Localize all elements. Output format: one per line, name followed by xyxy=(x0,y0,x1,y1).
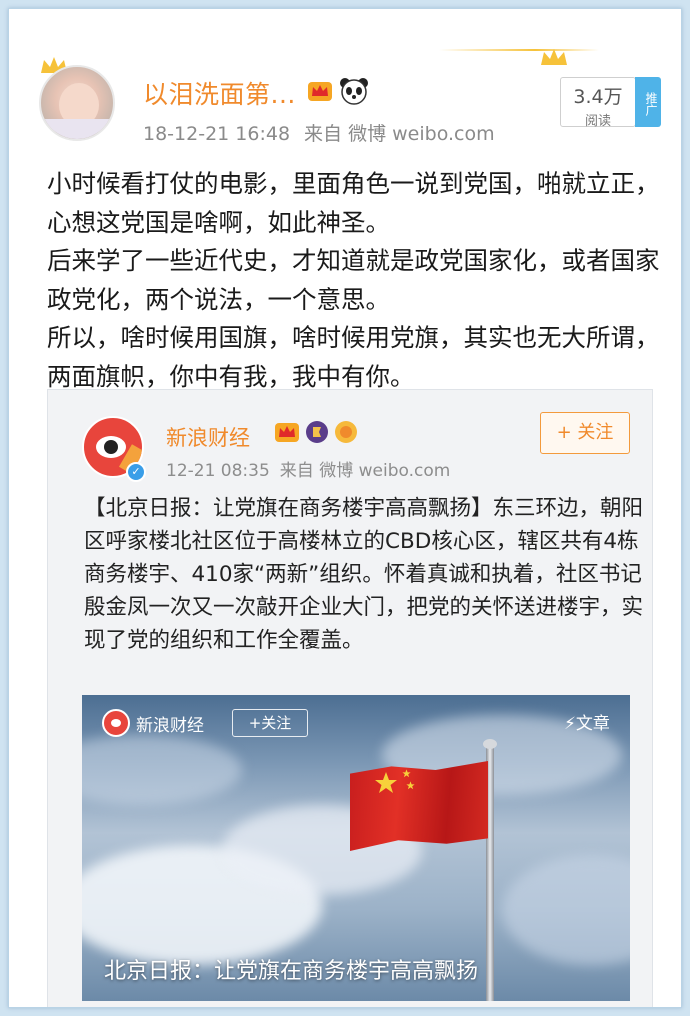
night-badge-icon[interactable] xyxy=(305,420,329,444)
article-title[interactable]: 北京日报：让党旗在商务楼宇高高飘扬 xyxy=(104,953,478,985)
flag-small-star-icon xyxy=(402,769,411,778)
retweet-time[interactable]: 12-21 08:35 xyxy=(166,461,270,481)
panda-icon xyxy=(340,78,368,105)
medal-badge-icon[interactable] xyxy=(334,420,358,444)
flag-image xyxy=(350,761,488,851)
retweet-body: 【北京日报：让党旗在商务楼宇高高飘扬】东三环边，朝阳区呼家楼北社区位于高楼林立的… xyxy=(84,496,644,653)
flagpole-top xyxy=(483,739,497,749)
post-paragraph: 小时候看打仗的电影，里面角色一说到党国，啪就立正，心想这党国是啥啊，如此神圣。 xyxy=(47,169,660,237)
retweet-badges xyxy=(274,420,358,444)
retweet-source[interactable]: 来自 微博 weibo.com xyxy=(280,461,451,481)
card-source: 新浪财经 xyxy=(102,709,204,737)
retweet-author-name[interactable]: 新浪财经 xyxy=(166,422,250,452)
sina-finance-logo-icon xyxy=(102,709,130,737)
flag-small-star-icon xyxy=(406,781,415,790)
follow-button[interactable]: + 关注 xyxy=(540,412,630,454)
card-follow-button[interactable]: +关注 xyxy=(232,709,308,737)
article-tag: ⚡文章 xyxy=(564,714,610,734)
read-count: 3.4万 xyxy=(573,86,623,108)
crown-decoration-icon xyxy=(541,49,567,65)
promote-button[interactable]: 推广 xyxy=(635,77,661,127)
user-avatar[interactable] xyxy=(39,65,115,141)
vip-crown-icon[interactable] xyxy=(274,420,300,444)
retweet-meta: 12-21 08:35 来自 微博 weibo.com xyxy=(166,456,450,481)
flag-star-icon xyxy=(375,772,397,793)
vip-crown-icon[interactable] xyxy=(307,79,333,103)
decor-line xyxy=(439,49,599,51)
weibo-post-frame: 以泪洗面第... 18-12-21 16:48 来自 微博 weibo.com 3… xyxy=(8,8,682,1008)
verified-icon: ✓ xyxy=(126,462,146,482)
article-card[interactable]: 新浪财经 +关注 ⚡文章 北京日报：让党旗在商务楼宇高高飘扬 xyxy=(82,695,630,1001)
post-author-name[interactable]: 以泪洗面第... xyxy=(143,75,296,111)
read-count-label: 阅读 xyxy=(584,114,611,129)
post-body: 小时候看打仗的电影，里面角色一说到党国，啪就立正，心想这党国是啥啊，如此神圣。 … xyxy=(47,165,677,396)
post-meta: 18-12-21 16:48 来自 微博 weibo.com xyxy=(143,119,495,146)
post-source[interactable]: 来自 微博 weibo.com xyxy=(304,123,495,145)
retweeted-post[interactable]: ✓ 新浪财经 12-21 08:35 来自 微博 weibo.com + 关注 【… xyxy=(47,389,653,1007)
post-time[interactable]: 18-12-21 16:48 xyxy=(143,123,290,145)
card-source-name[interactable]: 新浪财经 xyxy=(136,711,204,736)
post-paragraph: 后来学了一些近代史，才知道就是政党国家化，或者国家政党化，两个说法，一个意思。 xyxy=(47,246,660,314)
read-count-box: 3.4万 阅读 xyxy=(560,77,636,129)
post-paragraph: 所以，啥时候用国旗，啥时候用党旗，其实也无大所谓，两面旗帜，你中有我，我中有你。 xyxy=(47,323,660,391)
